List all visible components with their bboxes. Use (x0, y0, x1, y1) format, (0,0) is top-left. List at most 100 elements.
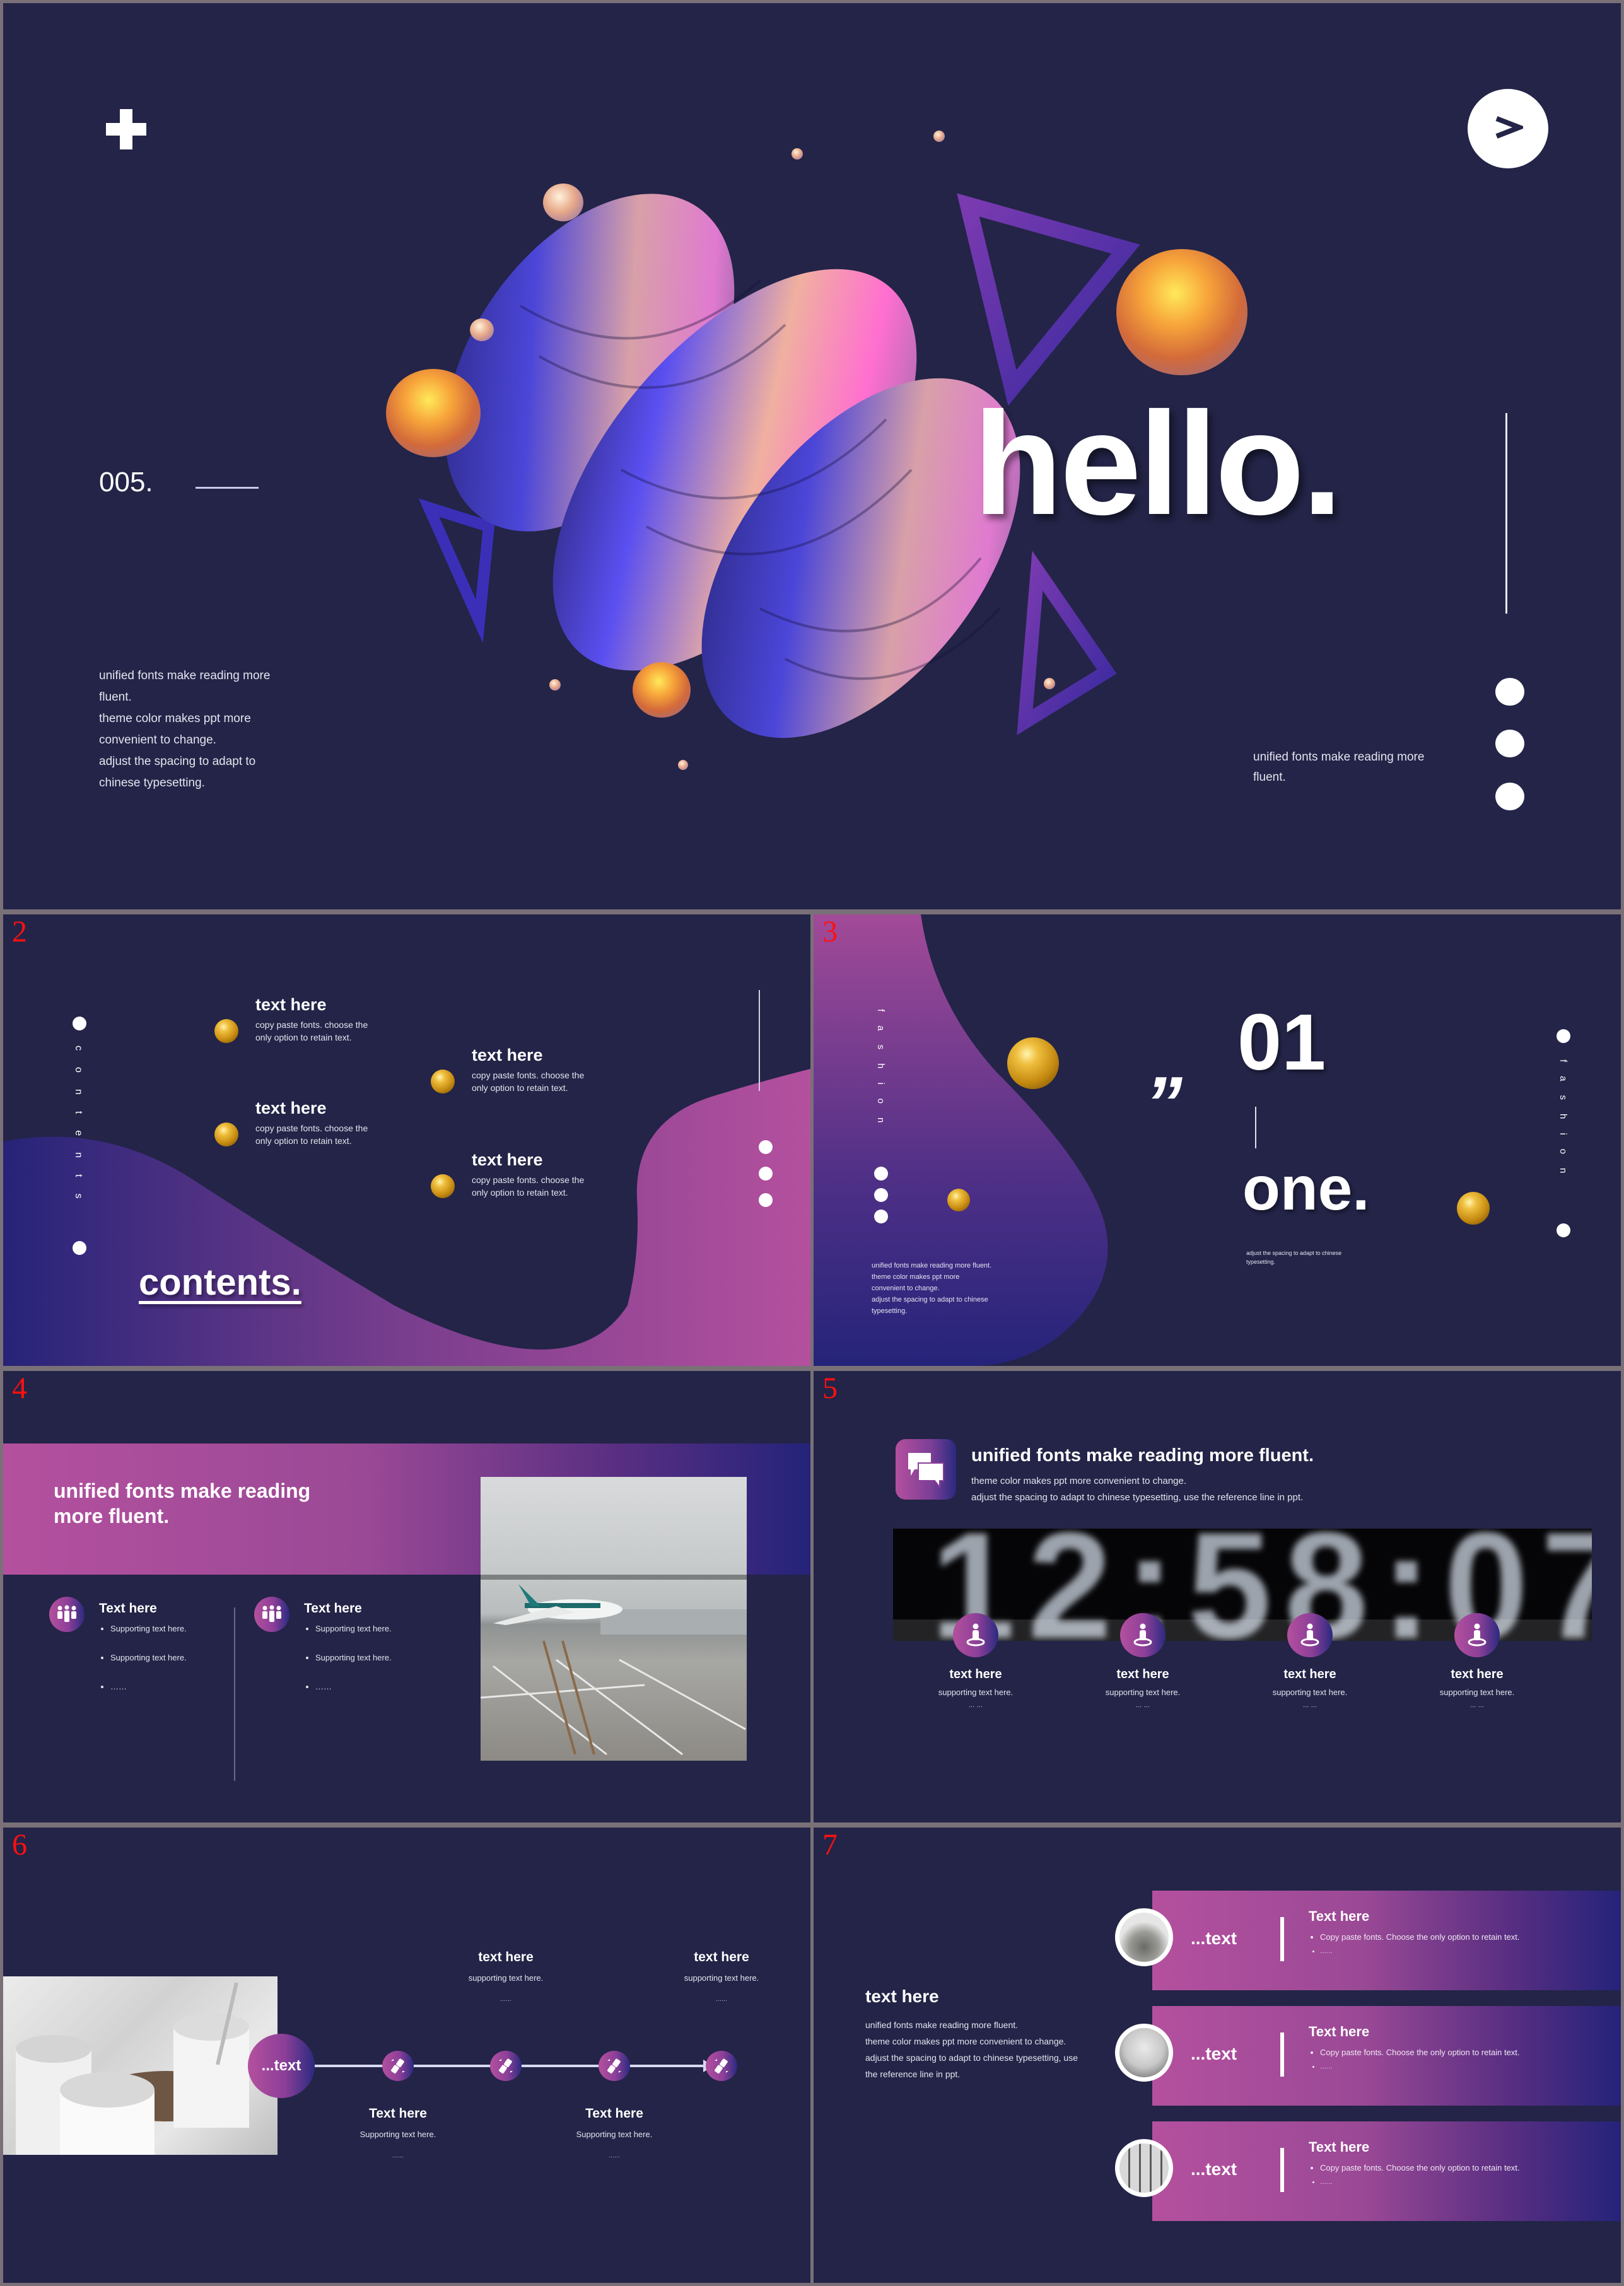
pearl-sphere (678, 760, 688, 770)
pager-dot[interactable] (1557, 1029, 1570, 1043)
plug-icon-badge[interactable] (382, 2051, 414, 2081)
text-line: theme color makes ppt more convenient to… (865, 2036, 1066, 2046)
pager-dot[interactable] (874, 1210, 888, 1223)
row-label: ...text (1191, 2044, 1237, 2063)
bullet: …… (315, 1681, 392, 1693)
bullet: Supporting text here. (110, 1652, 187, 1664)
cups-photo (3, 1976, 277, 2155)
vertical-label-left: fashion (875, 1009, 886, 1137)
slide-2-contents[interactable]: 2 contents text here copy paste fonts. c… (3, 914, 810, 1366)
slide-3-section-one[interactable]: 3 fashion unified fonts make reading mor… (814, 914, 1621, 1366)
pearl-sphere (792, 148, 803, 160)
next-button[interactable] (1468, 89, 1548, 168)
left-text: unified fonts make reading more fluent. … (872, 1260, 991, 1317)
people-icon (262, 1605, 281, 1622)
vertical-divider (759, 990, 760, 1091)
slide-number: 6 (12, 1828, 27, 1862)
bullet: Copy paste fonts. Choose the only option… (1320, 2045, 1520, 2060)
contents-item[interactable]: text here copy paste fonts. choose the on… (472, 1150, 584, 1199)
item-title: text here (472, 1150, 543, 1169)
text-line: copy paste fonts. choose the (472, 1175, 585, 1185)
slide-number: 7 (822, 1828, 838, 1862)
text-line: adjust the spacing to adapt to chinese (872, 1296, 988, 1303)
slide-number: 2 (12, 915, 27, 948)
text-line: only option to retain text. (472, 1187, 568, 1198)
pager-dot[interactable] (759, 1193, 773, 1207)
item-title: text here (1451, 1667, 1504, 1681)
timeline-step: text here supporting text here. …… (443, 1950, 569, 2005)
pager-dot[interactable] (874, 1167, 888, 1181)
timeline-step: text here supporting text here. …… (658, 1950, 785, 2005)
text-line: typesetting. (872, 1307, 908, 1315)
person-location-icon (1468, 1623, 1487, 1647)
pager-dot[interactable] (759, 1140, 773, 1154)
text-line: more fluent. (54, 1505, 170, 1527)
person-location-icon (1300, 1623, 1319, 1647)
slide-body: unified fonts make reading more fluent. … (865, 2017, 1078, 2082)
people-icon (57, 1605, 76, 1622)
row-title: Text here (1309, 1908, 1370, 1924)
slide-7-list[interactable]: 7 text here unified fonts make reading m… (814, 1828, 1621, 2283)
plug-icon (499, 2058, 513, 2073)
index-divider (196, 487, 259, 489)
row-label: ...text (1191, 2159, 1237, 2179)
step-more: …… (609, 2152, 620, 2159)
feature-column: Text here Supporting text here. Supporti… (304, 1601, 392, 1693)
text-line: theme color makes ppt more (872, 1273, 960, 1281)
pager-dot[interactable] (1495, 783, 1524, 810)
plus-icon[interactable] (106, 109, 146, 149)
quote-mark: ” (1145, 1061, 1183, 1146)
column-title: Text here (304, 1601, 362, 1616)
people-icon-badge (49, 1597, 85, 1632)
slide-6-timeline[interactable]: 6 ...text Text here Supporting text here… (3, 1828, 810, 2283)
row-title: Text here (1309, 2139, 1370, 2155)
item-sub: supporting text here. (1272, 1688, 1348, 1697)
person-location-badge (953, 1613, 998, 1657)
item-more: … … (1135, 1701, 1150, 1709)
slide-1-title[interactable]: 005. hello. unified fonts make reading m… (3, 3, 1621, 909)
feature-column: Text here Supporting text here. Supporti… (99, 1601, 187, 1693)
pearl-sphere (933, 131, 945, 142)
person-location-badge (1287, 1613, 1333, 1657)
column-title: Text here (99, 1601, 157, 1616)
item-title: text here (472, 1046, 543, 1064)
bullet: Copy paste fonts. Choose the only option… (1320, 1930, 1520, 1945)
row-content: Text here Copy paste fonts. Choose the o… (1309, 2024, 1520, 2074)
slide-4-feature[interactable]: 4 unified fonts make reading more fluent… (3, 1371, 810, 1822)
item-title: text here (255, 995, 327, 1014)
pager-dot[interactable] (1495, 678, 1524, 706)
text-line: typesetting. (1246, 1259, 1276, 1265)
pager-dot[interactable] (759, 1167, 773, 1181)
timeline-step: Text here Supporting text here. …… (335, 2106, 461, 2161)
plug-icon-badge[interactable] (599, 2051, 630, 2081)
plug-icon-badge[interactable] (706, 2051, 737, 2081)
item-more: … … (1302, 1701, 1317, 1709)
bullet: …… (1320, 2176, 1520, 2190)
row-thumbnail (1115, 2024, 1173, 2082)
row-label: ...text (1191, 1928, 1237, 1948)
item-title: text here (255, 1099, 327, 1117)
text-line: unified fonts make reading more (1253, 750, 1425, 764)
row-divider (1280, 1917, 1284, 1961)
cups-illustration (16, 1982, 249, 2155)
pager-dot[interactable] (1557, 1223, 1570, 1237)
pager-dot[interactable] (1495, 730, 1524, 757)
airplane-illustration (481, 1575, 747, 1756)
gold-sphere (1007, 1037, 1059, 1089)
person-location-badge (1120, 1613, 1165, 1657)
bullet: …… (1320, 2060, 1520, 2074)
text-line: adjust the spacing to adapt to chinese t… (971, 1492, 1304, 1503)
gold-sphere (431, 1174, 455, 1198)
contents-item[interactable]: text here copy paste fonts. choose the on… (255, 1099, 368, 1147)
plug-icon-badge[interactable] (490, 2051, 522, 2081)
contents-item[interactable]: text here copy paste fonts. choose the on… (255, 995, 368, 1044)
slide-5-clock[interactable]: 5 unified fonts make reading more fluent… (814, 1371, 1621, 1822)
text-line: only option to retain text. (255, 1136, 352, 1146)
person-location-badge (1454, 1613, 1500, 1657)
pager-dot[interactable] (874, 1188, 888, 1202)
contents-item[interactable]: text here copy paste fonts. choose the on… (472, 1046, 584, 1094)
bullet: Supporting text here. (315, 1623, 392, 1635)
step-sub: Supporting text here. (359, 2130, 436, 2139)
timeline-step: Text here Supporting text here. …… (551, 2106, 677, 2161)
caption: adjust the spacing to adapt to chinese t… (1246, 1249, 1341, 1266)
